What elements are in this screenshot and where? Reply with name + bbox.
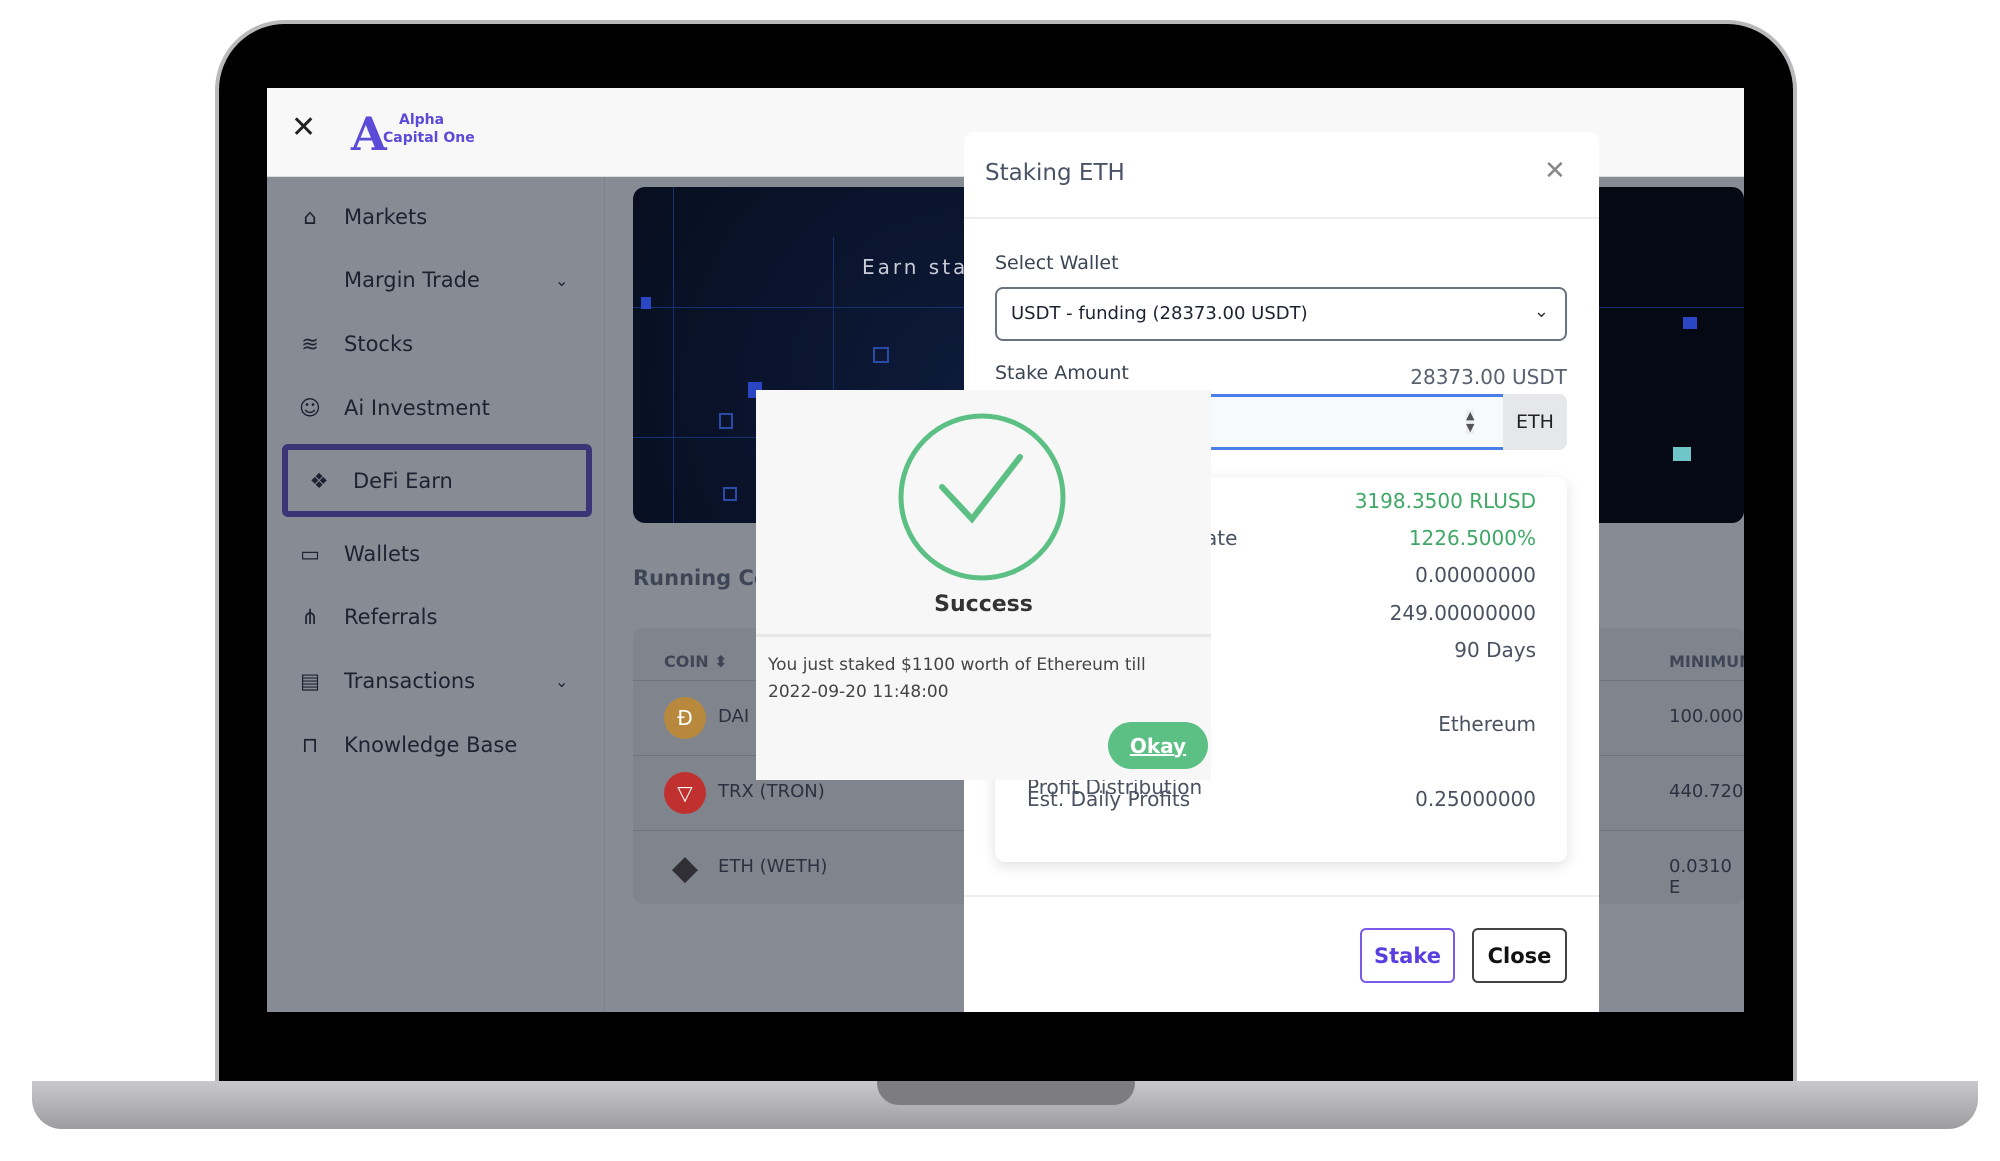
info-value: 0.00000000: [1415, 563, 1536, 587]
sidebar-item-label: Transactions: [344, 669, 476, 693]
chevron-down-icon: ⌄: [555, 270, 569, 290]
coin-minimum: 440.7200: [1669, 781, 1744, 802]
info-value: 0.25000000: [1415, 787, 1536, 811]
logo-mark-icon: A: [351, 107, 387, 161]
sidebar-item-stocks[interactable]: ≋ Stocks: [267, 319, 605, 369]
number-spinner-icon[interactable]: ▲ ▼: [1466, 410, 1475, 434]
sidebar-item-label: Ai Investment: [344, 396, 490, 420]
sidebar-item-margin-trade[interactable]: Margin Trade ⌄: [267, 255, 605, 305]
sidebar-item-referrals[interactable]: ⋔ Referrals: [267, 592, 605, 642]
sidebar-item-ai-investment[interactable]: ☺ Ai Investment: [267, 383, 605, 433]
wallet-icon: ▭: [300, 542, 320, 566]
coin-name: ETH (WETH): [718, 856, 828, 877]
modal-footer-divider: [964, 895, 1599, 897]
column-header-coin[interactable]: COIN ⬍: [664, 652, 728, 671]
info-value: 249.00000000: [1389, 601, 1536, 625]
success-check-icon: [898, 413, 1066, 581]
okay-button[interactable]: Okay: [1108, 722, 1208, 769]
select-wallet-label: Select Wallet: [995, 252, 1119, 274]
sidebar-item-knowledge-base[interactable]: ⊓ Knowledge Base: [267, 720, 605, 770]
robot-icon: ☺: [299, 396, 321, 420]
logo-text-line1: Alpha: [399, 112, 445, 128]
info-value: Ethereum: [1438, 712, 1536, 736]
close-button[interactable]: Close: [1472, 928, 1567, 983]
popup-message: You just staked $1100 worth of Ethereum …: [768, 655, 1146, 702]
wallet-balance: 28373.00 USDT: [1410, 365, 1567, 389]
modal-close-icon[interactable]: ✕: [1544, 156, 1566, 186]
sidebar-item-markets[interactable]: ⌂ Markets: [267, 192, 605, 242]
app-screen: ✕ A Alpha Capital One ⌂ Markets Margin Tra…: [267, 88, 1744, 1012]
info-value: 3198.3500 RLUSD: [1354, 489, 1536, 513]
coin-logo-icon: ▽: [664, 772, 706, 814]
sidebar-item-label: Referrals: [344, 605, 438, 629]
popup-divider: [756, 634, 1211, 637]
sidebar-item-wallets[interactable]: ▭ Wallets: [267, 529, 605, 579]
unit-addon: ETH: [1503, 394, 1567, 450]
sidebar-item-label: Stocks: [344, 332, 414, 356]
logo[interactable]: A Alpha Capital One: [351, 107, 475, 161]
wallet-select-value: USDT - funding (28373.00 USDT): [1011, 303, 1308, 324]
coin-name: TRX (TRON): [718, 781, 825, 802]
chevron-down-icon: ⌄: [1533, 301, 1549, 322]
chevron-down-icon: ⌄: [555, 671, 569, 691]
sort-icon: ⬍: [714, 652, 728, 671]
success-popup: Success You just staked $1100 worth of E…: [756, 390, 1211, 780]
home-icon: ⌂: [303, 205, 317, 229]
cubes-icon: ❖: [309, 469, 329, 493]
popup-title: Success: [934, 592, 1033, 617]
sidebar-item-label: Markets: [344, 205, 428, 229]
sidebar-item-label: Margin Trade: [344, 268, 480, 292]
briefcase-icon: ▤: [300, 669, 320, 693]
stack-icon: ≋: [301, 332, 319, 356]
coin-minimum: 100.0000: [1669, 706, 1744, 727]
modal-header-divider: [964, 217, 1599, 219]
book-icon: ⊓: [301, 733, 319, 757]
wallet-select[interactable]: USDT - funding (28373.00 USDT) ⌄: [995, 287, 1567, 341]
sidebar-item-label: Knowledge Base: [344, 733, 518, 757]
stake-button[interactable]: Stake: [1360, 928, 1455, 983]
info-value: 1226.5000%: [1408, 526, 1536, 550]
modal-title: Staking ETH: [985, 160, 1125, 186]
info-value: 90 Days: [1454, 638, 1536, 662]
laptop-notch: [877, 1081, 1135, 1105]
close-menu-icon[interactable]: ✕: [291, 110, 316, 145]
sitemap-icon: ⋔: [301, 605, 319, 629]
column-header-minimum: MINIMUM: [1669, 652, 1744, 671]
logo-text-line2: Capital One: [383, 130, 475, 146]
sidebar-item-label: Wallets: [344, 542, 421, 566]
stake-amount-label: Stake Amount: [995, 362, 1129, 384]
sidebar-item-transactions[interactable]: ▤ Transactions ⌄: [267, 656, 605, 706]
coin-logo-icon: Ð: [664, 697, 706, 739]
coin-minimum: 0.0310 E: [1669, 856, 1732, 898]
sidebar-item-label: DeFi Earn: [353, 469, 453, 493]
coin-logo-icon: ◆: [671, 848, 699, 888]
sidebar-item-defi-earn[interactable]: ❖ DeFi Earn: [267, 456, 605, 506]
